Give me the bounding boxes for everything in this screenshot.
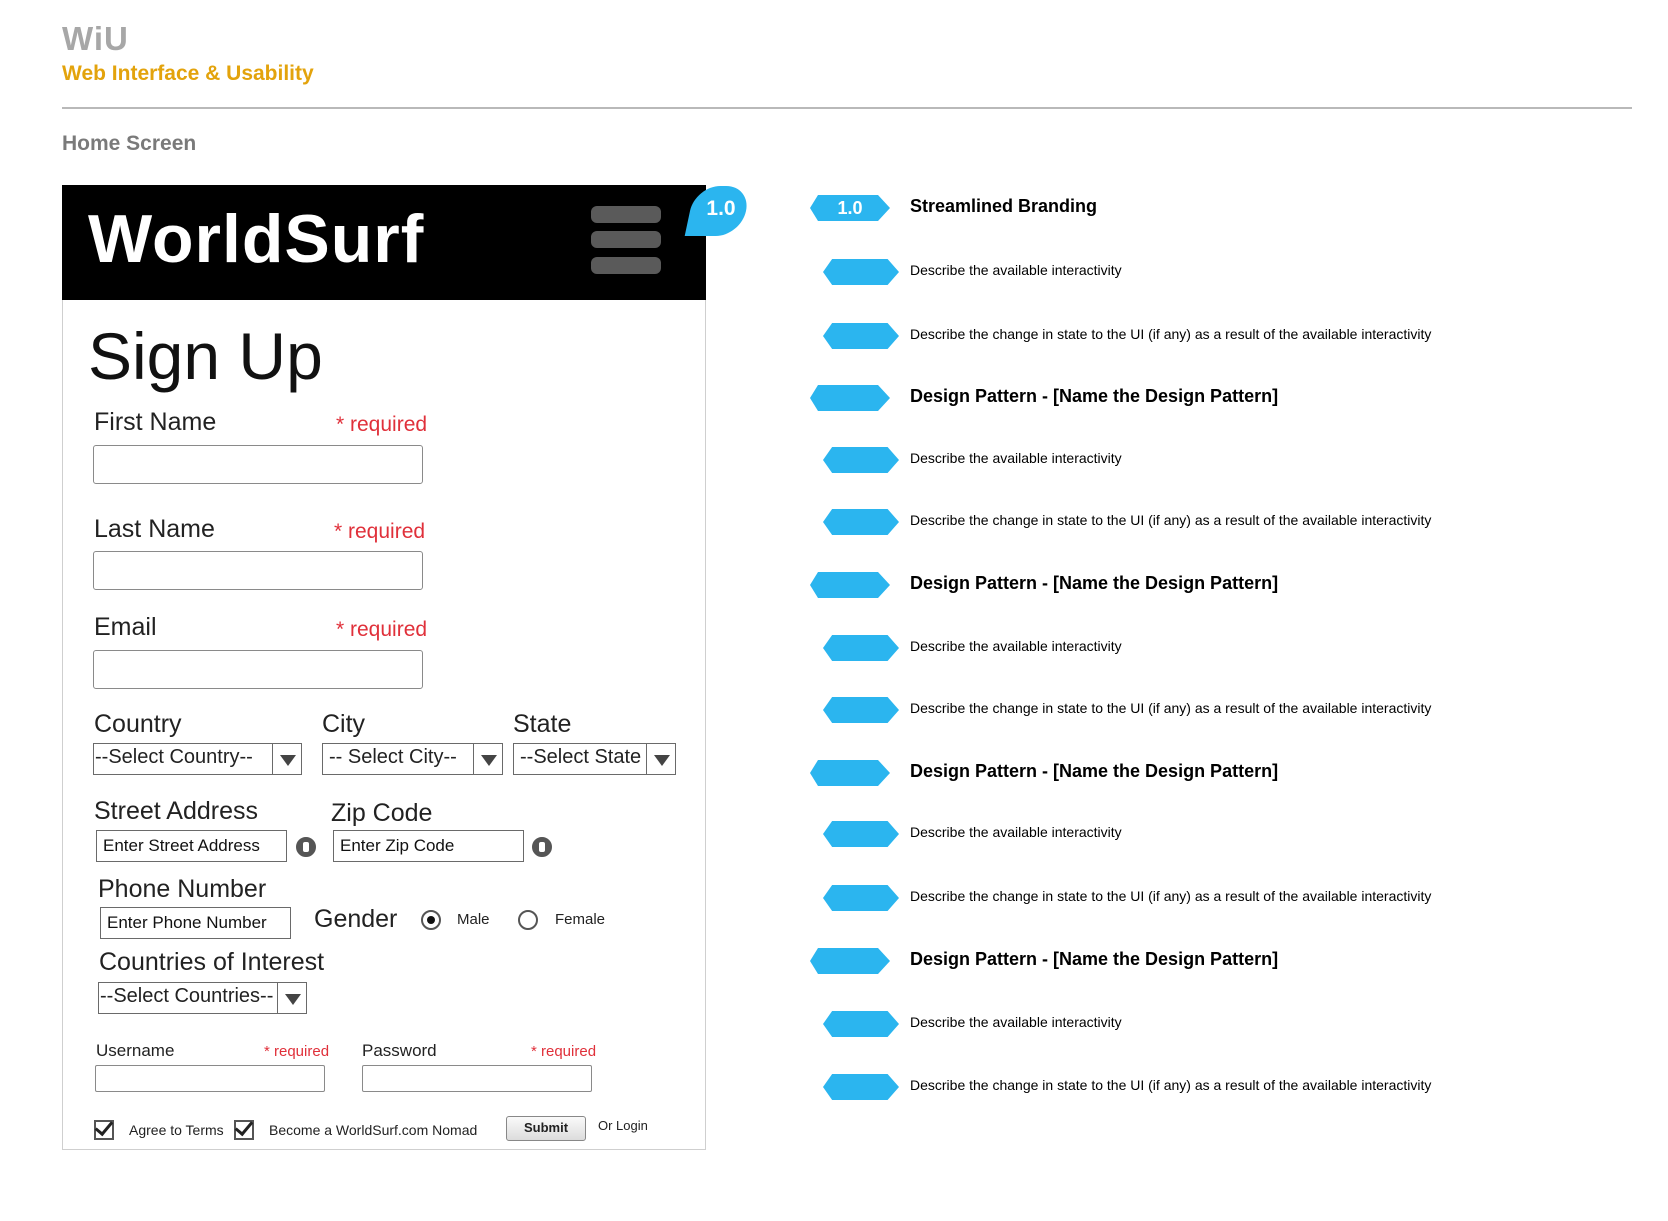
gender-female-label: Female [555,911,606,928]
annotation-marker [823,259,899,285]
annotation-marker [823,885,899,911]
city-select-value: -- Select City-- [329,746,457,768]
annotation-heading: Design Pattern - [Name the Design Patter… [910,949,1279,969]
agree-terms-checkbox[interactable] [94,1120,114,1140]
become-nomad-checkbox[interactable] [234,1120,254,1140]
annotation-description: Describe the available interactivity [910,262,1122,278]
country-select[interactable]: --Select Country-- [93,743,302,775]
annotation-marker [810,572,890,598]
last-name-label: Last Name [94,515,215,543]
annotation-heading: Design Pattern - [Name the Design Patter… [910,386,1279,406]
email-required: * required [336,618,428,641]
annotation-marker-label: 1.0 [837,198,863,218]
zip-code-input[interactable]: Enter Zip Code [333,830,524,862]
country-label: Country [94,710,182,738]
state-select[interactable]: --Select State [513,743,676,775]
annotation-marker [810,385,890,411]
annotation-marker [823,1074,899,1100]
street-address-label: Street Address [94,797,258,825]
annotation-description: Describe the change in state to the UI (… [910,512,1432,528]
zip-code-label: Zip Code [331,799,433,827]
annotation-description: Describe the change in state to the UI (… [910,326,1432,342]
annotation-description: Describe the change in state to the UI (… [910,700,1432,716]
username-label: Username [96,1041,175,1060]
annotation-badge-label: 1.0 [706,197,736,220]
chevron-down-icon [473,744,502,774]
info-icon[interactable] [532,837,552,857]
username-required: * required [264,1043,330,1060]
hamburger-line [591,231,661,248]
phone-number-label: Phone Number [98,875,267,903]
hamburger-line [591,206,661,223]
chevron-down-icon [272,744,301,774]
info-icon[interactable] [296,837,316,857]
annotation-marker [810,760,890,786]
annotation-marker [823,447,899,473]
gender-male-radio[interactable] [421,910,441,930]
email-label: Email [94,613,157,641]
annotation-marker [823,821,899,847]
annotation-marker: 1.0 [810,195,890,221]
last-name-required: * required [334,520,426,543]
chevron-down-icon [646,744,675,774]
username-input[interactable] [95,1065,325,1092]
countries-of-interest-select[interactable]: --Select Countries-- [98,982,307,1014]
page-title: Sign Up [88,319,323,393]
password-input[interactable] [362,1065,592,1092]
city-select[interactable]: -- Select City-- [322,743,503,775]
annotation-description: Describe the available interactivity [910,450,1122,466]
countries-of-interest-label: Countries of Interest [99,948,325,976]
or-login-link[interactable]: Or Login [598,1118,648,1133]
screen-title: Home Screen [62,132,197,155]
country-select-value: --Select Country-- [95,746,253,768]
annotation-marker [810,948,890,974]
first-name-label: First Name [94,408,217,436]
agree-terms-label: Agree to Terms [129,1122,224,1138]
annotation-description: Describe the change in state to the UI (… [910,1077,1432,1093]
submit-button[interactable]: Submit [506,1116,586,1141]
first-name-input[interactable] [93,445,423,484]
annotation-marker [823,1011,899,1037]
password-label: Password [362,1041,437,1060]
password-required: * required [531,1043,597,1060]
worldsurf-logo: WorldSurf [88,201,425,277]
chevron-down-icon [277,983,306,1013]
annotation-heading: Design Pattern - [Name the Design Patter… [910,573,1279,593]
annotation-description: Describe the available interactivity [910,824,1122,840]
annotation-marker [823,635,899,661]
annotation-description: Describe the available interactivity [910,1014,1122,1030]
annotation-heading: Streamlined Branding [910,196,1098,216]
state-select-value: --Select State [520,746,642,768]
city-label: City [322,710,366,738]
countries-select-value: --Select Countries-- [100,985,274,1007]
email-input[interactable] [93,650,423,689]
become-nomad-label: Become a WorldSurf.com Nomad [269,1122,478,1138]
annotation-description: Describe the change in state to the UI (… [910,888,1432,904]
header-divider [62,107,1632,109]
first-name-required: * required [336,413,428,436]
brand-subtitle: Web Interface & Usability [62,62,314,85]
annotation-description: Describe the available interactivity [910,638,1122,654]
gender-male-label: Male [457,911,490,928]
gender-female-radio[interactable] [518,910,538,930]
brand-title: WiU [62,20,129,57]
hamburger-line [591,257,661,274]
phone-number-input[interactable]: Enter Phone Number [100,907,291,939]
last-name-input[interactable] [93,551,423,590]
street-address-input[interactable]: Enter Street Address [96,830,287,862]
annotation-heading: Design Pattern - [Name the Design Patter… [910,761,1279,781]
gender-label: Gender [314,905,398,933]
state-label: State [513,710,572,738]
annotation-marker [823,697,899,723]
annotation-marker [823,509,899,535]
annotation-marker [823,323,899,349]
